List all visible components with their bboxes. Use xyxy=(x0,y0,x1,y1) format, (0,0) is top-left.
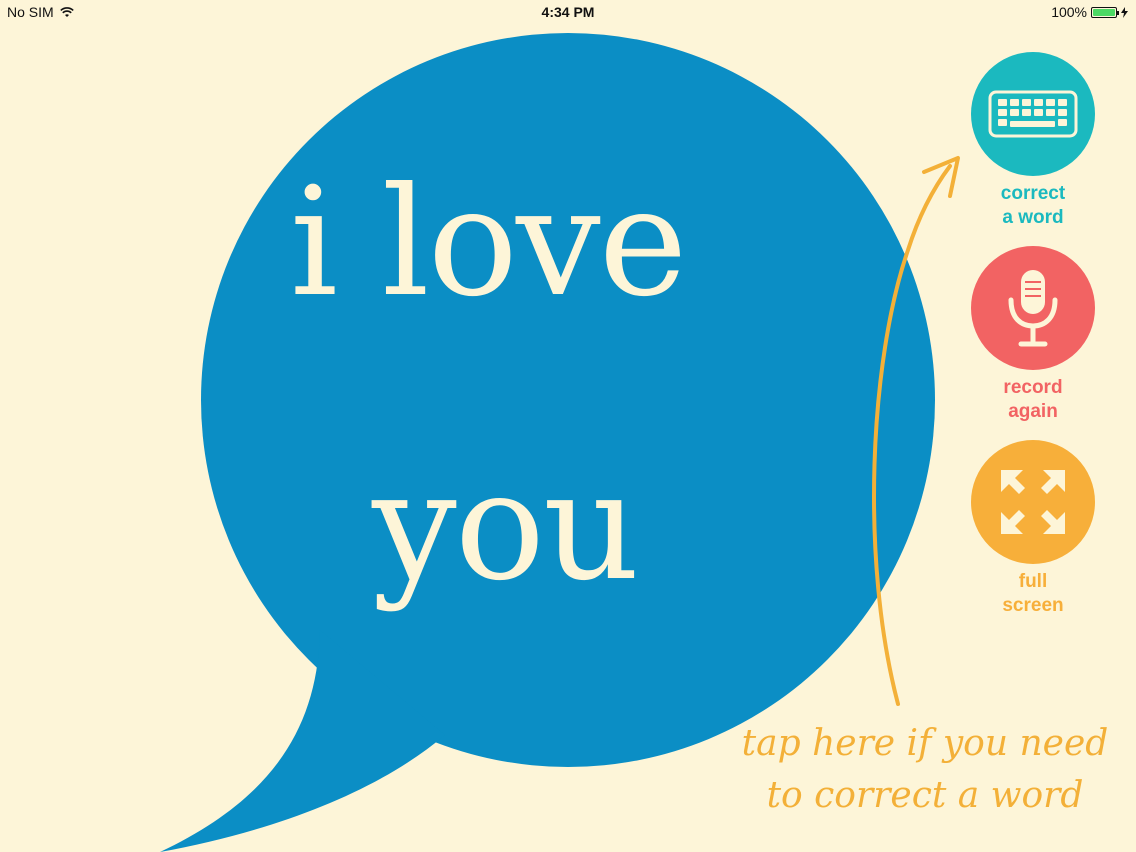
full-screen-label-line2: screen xyxy=(1002,595,1064,616)
record-again-circle[interactable] xyxy=(971,246,1095,370)
correct-word-button[interactable]: correct a word xyxy=(968,52,1098,230)
record-again-button[interactable]: record again xyxy=(968,246,1098,424)
microphone-icon xyxy=(1008,270,1058,347)
hint-text: tap here if you need to correct a word xyxy=(740,718,1110,822)
record-again-label[interactable]: record again xyxy=(968,376,1098,424)
record-again-label-line2: again xyxy=(1008,401,1058,422)
message-line-2: you xyxy=(372,440,640,614)
expand-arrows-icon xyxy=(1001,470,1065,534)
correct-word-label-line2: a word xyxy=(1002,207,1064,228)
correct-word-label-line1: correct xyxy=(1000,183,1066,204)
keyboard-icon xyxy=(988,90,1078,138)
correct-word-label[interactable]: correct a word xyxy=(968,182,1098,230)
full-screen-button[interactable]: full screen xyxy=(968,440,1098,618)
full-screen-label[interactable]: full screen xyxy=(968,570,1098,618)
hint-line-2: to correct a word xyxy=(766,775,1084,816)
full-screen-circle[interactable] xyxy=(971,440,1095,564)
message-line-1: i love xyxy=(290,156,687,330)
hint-line-1: tap here if you need xyxy=(741,723,1109,764)
record-again-label-line1: record xyxy=(1003,377,1063,398)
correct-word-circle[interactable] xyxy=(971,52,1095,176)
full-screen-label-line1: full xyxy=(1018,571,1048,592)
